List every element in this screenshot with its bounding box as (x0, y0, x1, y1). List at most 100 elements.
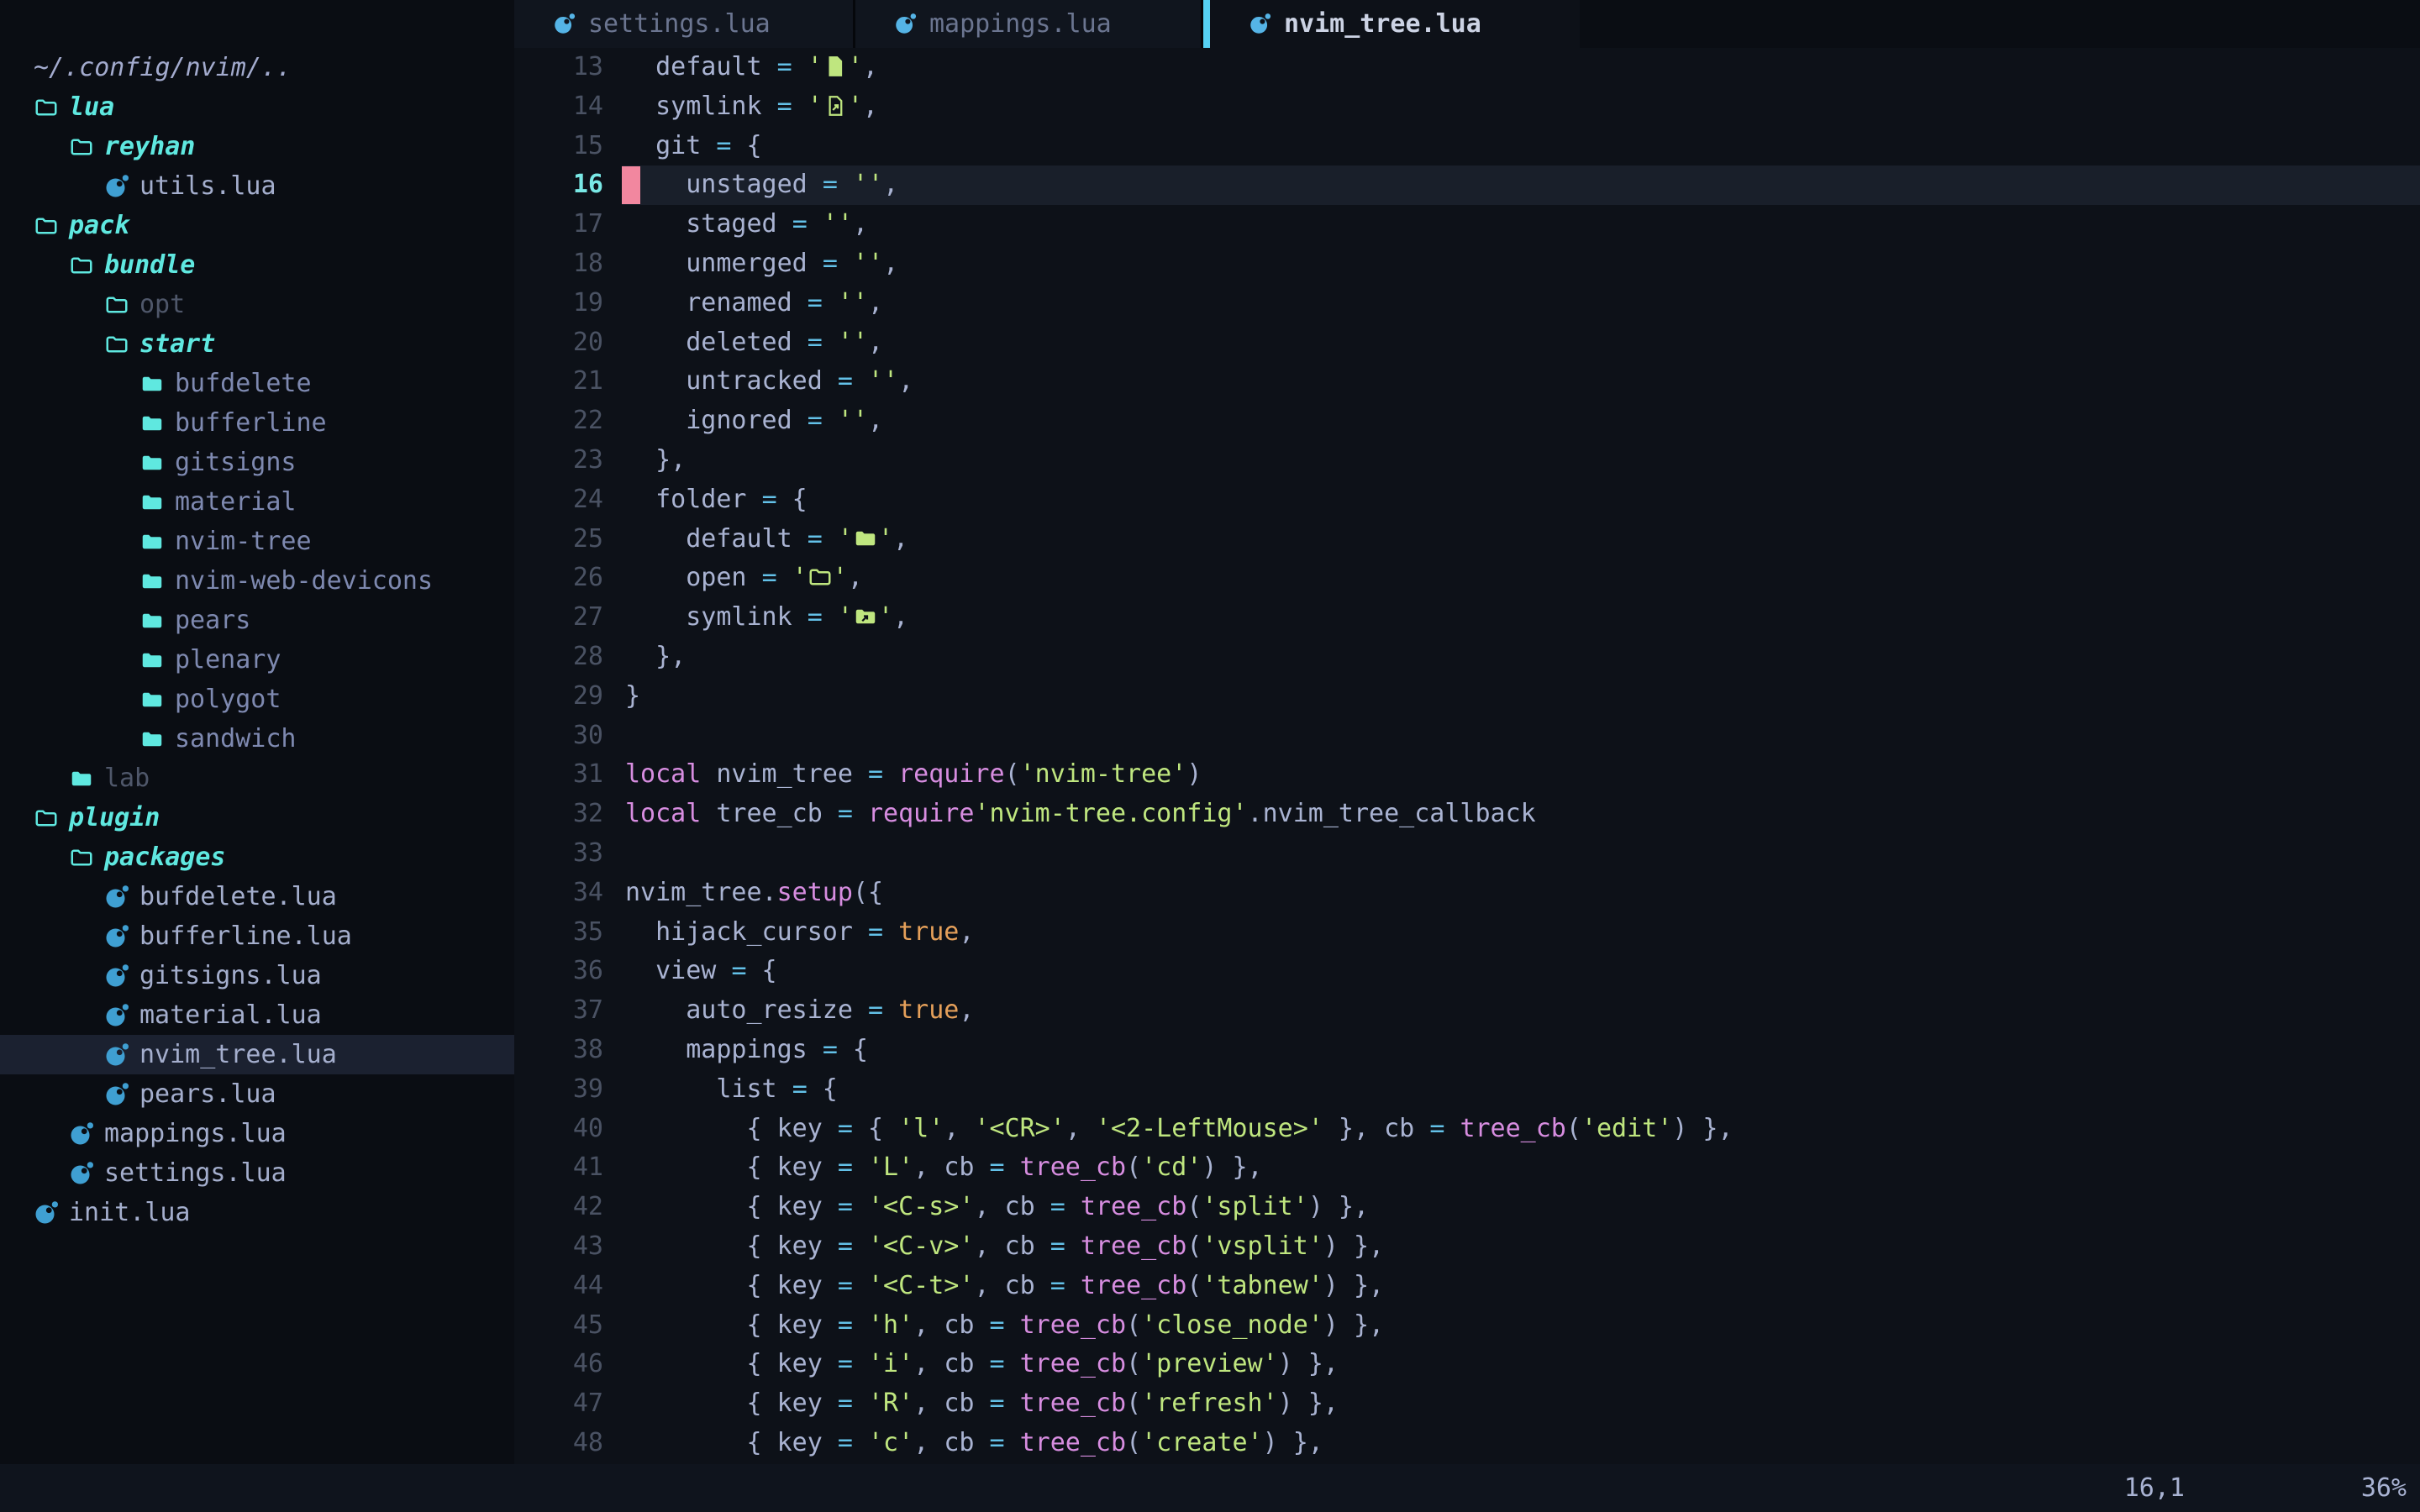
code-text: folder = { (625, 480, 2420, 520)
tab-mappings.lua[interactable]: mappings.lua (855, 0, 1203, 48)
code-line-18[interactable]: 18 unmerged = '', (514, 244, 2420, 284)
tree-item-bufferline[interactable]: bufferline (0, 403, 514, 443)
code-line-39[interactable]: 39 list = { (514, 1070, 2420, 1110)
code-line-26[interactable]: 26 open = '', (514, 559, 2420, 598)
code-line-41[interactable]: 41 { key = 'L', cb = tree_cb('cd') }, (514, 1148, 2420, 1188)
tree-item-sandwich[interactable]: sandwich (0, 719, 514, 759)
code-line-32[interactable]: 32local tree_cb = require'nvim-tree.conf… (514, 795, 2420, 834)
code-line-38[interactable]: 38 mappings = { (514, 1031, 2420, 1070)
tab-settings.lua[interactable]: settings.lua (514, 0, 855, 48)
line-number: 44 (514, 1267, 603, 1306)
folder-open-icon (34, 95, 59, 120)
code-line-31[interactable]: 31local nvim_tree = require('nvim-tree') (514, 755, 2420, 795)
code-line-47[interactable]: 47 { key = 'R', cb = tree_cb('refresh') … (514, 1384, 2420, 1424)
tree-item-bufdelete.lua[interactable]: bufdelete.lua (0, 877, 514, 916)
tabline: settings.luamappings.luanvim_tree.lua (514, 0, 2420, 48)
tree-item-mappings.lua[interactable]: mappings.lua (0, 1114, 514, 1153)
code-line-30[interactable]: 30 (514, 717, 2420, 756)
tree-item-bundle[interactable]: bundle (0, 245, 514, 285)
tree-item-packages[interactable]: packages (0, 837, 514, 877)
folder-closed-icon (139, 569, 165, 594)
lua-icon (69, 1121, 94, 1147)
editor-buffer[interactable]: 13 default = '',14 symlink = '',15 git =… (514, 48, 2420, 1464)
line-number: 34 (514, 874, 603, 913)
lua-icon (104, 174, 129, 199)
tree-item-label: settings.lua (104, 1153, 287, 1193)
code-text: local tree_cb = require'nvim-tree.config… (625, 795, 2420, 834)
folder-symlink-icon (853, 602, 878, 627)
tree-item-lab[interactable]: lab (0, 759, 514, 798)
code-line-45[interactable]: 45 { key = 'h', cb = tree_cb('close_node… (514, 1306, 2420, 1346)
tree-item-bufferline.lua[interactable]: bufferline.lua (0, 916, 514, 956)
tree-item-material[interactable]: material (0, 482, 514, 522)
code-line-40[interactable]: 40 { key = { 'l', '<CR>', '<2-LeftMouse>… (514, 1110, 2420, 1149)
code-line-28[interactable]: 28 }, (514, 638, 2420, 677)
tree-item-label: reyhan (104, 127, 195, 166)
line-number: 30 (514, 717, 603, 756)
code-line-20[interactable]: 20 deleted = '', (514, 323, 2420, 363)
tree-item-pears.lua[interactable]: pears.lua (0, 1074, 514, 1114)
line-number: 13 (514, 48, 603, 87)
code-line-17[interactable]: 17 staged = '', (514, 205, 2420, 244)
tree-item-nvim-tree[interactable]: nvim-tree (0, 522, 514, 561)
line-number: 29 (514, 677, 603, 717)
code-line-23[interactable]: 23 }, (514, 441, 2420, 480)
code-line-15[interactable]: 15 git = { (514, 127, 2420, 166)
code-line-36[interactable]: 36 view = { (514, 952, 2420, 991)
line-number: 48 (514, 1424, 603, 1463)
code-line-42[interactable]: 42 { key = '<C-s>', cb = tree_cb('split'… (514, 1188, 2420, 1227)
code-line-34[interactable]: 34nvim_tree.setup({ (514, 874, 2420, 913)
code-line-43[interactable]: 43 { key = '<C-v>', cb = tree_cb('vsplit… (514, 1227, 2420, 1267)
tree-item-utils.lua[interactable]: utils.lua (0, 166, 514, 206)
tree-item-nvim_tree.lua[interactable]: nvim_tree.lua (0, 1035, 514, 1074)
tab-nvim_tree.lua[interactable]: nvim_tree.lua (1210, 0, 1580, 48)
code-line-25[interactable]: 25 default = '', (514, 520, 2420, 559)
tree-item-bufdelete[interactable]: bufdelete (0, 364, 514, 403)
code-text: mappings = { (625, 1031, 2420, 1070)
lua-icon (104, 924, 129, 949)
folder-open-icon (34, 213, 59, 239)
code-text: { key = 'R', cb = tree_cb('refresh') }, (625, 1384, 2420, 1424)
code-line-46[interactable]: 46 { key = 'i', cb = tree_cb('preview') … (514, 1345, 2420, 1384)
code-line-27[interactable]: 27 symlink = '', (514, 598, 2420, 638)
code-line-19[interactable]: 19 renamed = '', (514, 284, 2420, 323)
code-line-24[interactable]: 24 folder = { (514, 480, 2420, 520)
tree-item-pears[interactable]: pears (0, 601, 514, 640)
tree-item-plenary[interactable]: plenary (0, 640, 514, 680)
code-line-13[interactable]: 13 default = '', (514, 48, 2420, 87)
code-text: default = '', (625, 48, 2420, 87)
tree-item-label: opt (139, 285, 185, 324)
code-line-16[interactable]: 16 unstaged = '', (514, 165, 2420, 205)
code-line-37[interactable]: 37 auto_resize = true, (514, 991, 2420, 1031)
tree-item-gitsigns.lua[interactable]: gitsigns.lua (0, 956, 514, 995)
code-line-44[interactable]: 44 { key = '<C-t>', cb = tree_cb('tabnew… (514, 1267, 2420, 1306)
folder-closed-icon (139, 727, 165, 752)
tree-item-pack[interactable]: pack (0, 206, 514, 245)
lua-icon (1249, 13, 1271, 35)
code-line-48[interactable]: 48 { key = 'c', cb = tree_cb('create') }… (514, 1424, 2420, 1463)
code-line-22[interactable]: 22 ignored = '', (514, 402, 2420, 441)
code-line-35[interactable]: 35 hijack_cursor = true, (514, 913, 2420, 953)
folder-closed-icon (139, 490, 165, 515)
line-number: 14 (514, 87, 603, 127)
code-line-29[interactable]: 29} (514, 677, 2420, 717)
code-line-14[interactable]: 14 symlink = '', (514, 87, 2420, 127)
tree-item-opt[interactable]: opt (0, 285, 514, 324)
code-line-33[interactable]: 33 (514, 834, 2420, 874)
tree-item-init.lua[interactable]: init.lua (0, 1193, 514, 1232)
tree-item-nvim-web-devicons[interactable]: nvim-web-devicons (0, 561, 514, 601)
code-text: { key = 'c', cb = tree_cb('create') }, (625, 1424, 2420, 1463)
tree-item-start[interactable]: start (0, 324, 514, 364)
tree-item-plugin[interactable]: plugin (0, 798, 514, 837)
line-number: 21 (514, 362, 603, 402)
tree-item-material.lua[interactable]: material.lua (0, 995, 514, 1035)
tree-item-lua[interactable]: lua (0, 87, 514, 127)
code-text: symlink = '', (625, 598, 2420, 638)
tree-item-settings.lua[interactable]: settings.lua (0, 1153, 514, 1193)
line-number: 28 (514, 638, 603, 677)
tree-item-label: sandwich (175, 719, 297, 759)
tree-item-polygot[interactable]: polygot (0, 680, 514, 719)
code-line-21[interactable]: 21 untracked = '', (514, 362, 2420, 402)
tree-item-reyhan[interactable]: reyhan (0, 127, 514, 166)
tree-item-gitsigns[interactable]: gitsigns (0, 443, 514, 482)
